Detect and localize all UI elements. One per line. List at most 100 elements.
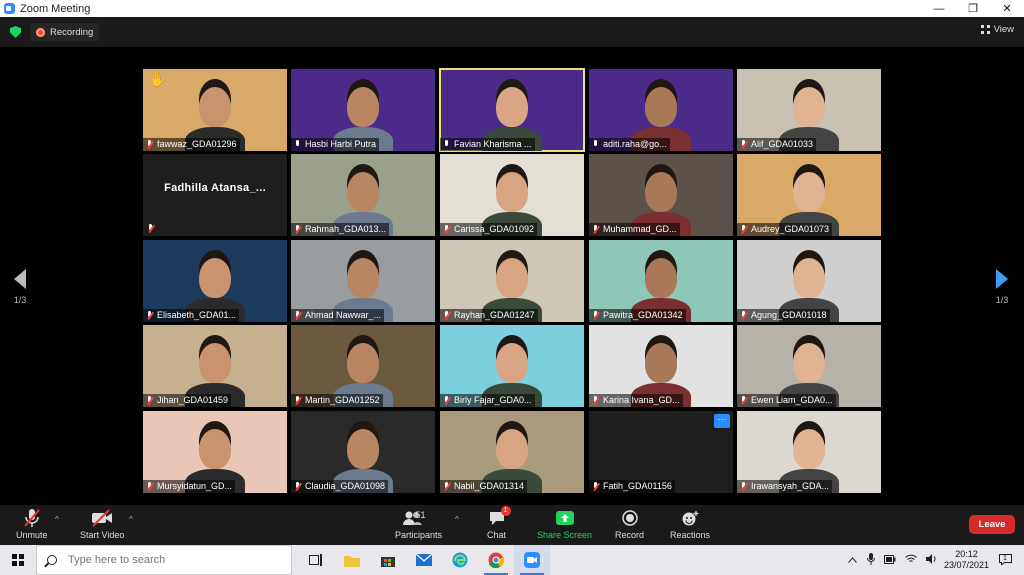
search-icon [47, 555, 57, 565]
minimize-button[interactable]: — [922, 0, 956, 17]
chevron-up-icon[interactable] [848, 555, 857, 565]
system-clock[interactable]: 20:12 23/07/2021 [944, 549, 989, 571]
participant-tile[interactable]: Karina Ivana_GD... [589, 325, 733, 407]
participants-icon: 51 [396, 508, 442, 528]
meeting-controls: Unmute ^ Start Video ^ 51 Participants ^… [0, 505, 1024, 545]
battery-icon[interactable] [883, 554, 896, 566]
mail-icon[interactable] [406, 545, 442, 575]
participant-face [645, 172, 677, 212]
participant-tile[interactable]: Martin_GDA01252 [291, 325, 435, 407]
video-options-caret[interactable]: ^ [129, 515, 133, 524]
participant-face [496, 429, 528, 469]
chat-button[interactable]: 1 Chat [487, 506, 511, 540]
participant-face [347, 258, 379, 298]
participant-name-label: Favian Kharisma ... [440, 138, 535, 151]
mic-icon [294, 140, 301, 149]
more-options-button[interactable]: ··· [714, 414, 730, 428]
participant-name-label: Ewen Liam_GDA0... [737, 394, 836, 407]
next-page-button[interactable]: 1/3 [991, 269, 1013, 305]
participant-tile[interactable]: Rayhan_GDA01247 [440, 240, 584, 322]
participant-tile[interactable]: Hasbi Harbi Putra [291, 69, 435, 151]
participant-name-label: Birly Fajar_GDA0... [440, 394, 535, 407]
participant-tile[interactable]: ··· Fatih_GDA01156 [589, 411, 733, 493]
maximize-button[interactable]: ❐ [956, 0, 990, 17]
participant-name-label: Ahmad Nawwar_... [291, 309, 385, 322]
leave-button[interactable]: Leave [969, 515, 1015, 534]
muted-mic-icon [592, 311, 599, 320]
volume-icon[interactable] [925, 554, 938, 566]
wifi-icon[interactable] [905, 554, 917, 566]
participant-name-label: Fatih_GDA01156 [589, 480, 675, 493]
participant-tile[interactable]: Rahmah_GDA013... [291, 154, 435, 236]
muted-mic-icon [294, 311, 301, 320]
muted-mic-icon [146, 482, 153, 491]
arrow-left-icon [14, 269, 26, 289]
unmute-button[interactable]: Unmute [16, 508, 48, 540]
file-explorer-icon[interactable] [334, 545, 370, 575]
gallery-grid-icon [980, 25, 990, 34]
reactions-smiley-icon [681, 508, 699, 528]
record-button[interactable]: Record [615, 508, 644, 540]
muted-mic-icon [146, 311, 153, 320]
participant-tile[interactable]: Carissa_GDA01092 [440, 154, 584, 236]
muted-mic-icon [146, 396, 153, 405]
participant-name-label: Martin_GDA01252 [291, 394, 383, 407]
share-screen-button[interactable]: Share Screen [537, 508, 592, 540]
participant-tile[interactable]: Agung_GDA01018 [737, 240, 881, 322]
participant-tile[interactable]: Favian Kharisma ... [439, 68, 585, 152]
windows-taskbar: 20:12 23/07/2021 1 [0, 545, 1024, 575]
participant-tile[interactable]: Birly Fajar_GDA0... [440, 325, 584, 407]
participant-tile[interactable]: Muhammad_GD... [589, 154, 733, 236]
zoom-taskbar-icon[interactable] [514, 545, 550, 575]
start-video-button[interactable]: Start Video [80, 508, 124, 540]
participant-name-label: aditi.raha@go... [589, 138, 670, 151]
participant-tile[interactable]: Irawansyah_GDA... [737, 411, 881, 493]
raised-hand-icon: ✋ [149, 71, 167, 87]
start-button[interactable] [0, 545, 36, 575]
participant-tile[interactable]: Alif_GDA01033 [737, 69, 881, 151]
participant-tile[interactable]: Pawitra_GDA01342 [589, 240, 733, 322]
task-view-icon[interactable] [298, 545, 334, 575]
participants-options-caret[interactable]: ^ [455, 515, 459, 524]
participant-name-label: Elisabeth_GDA01... [143, 309, 240, 322]
edge-browser-icon[interactable] [442, 545, 478, 575]
muted-mic-icon [294, 225, 301, 234]
clock-time: 20:12 [955, 549, 978, 559]
participant-tile[interactable]: aditi.raha@go... [589, 69, 733, 151]
microphone-tray-icon[interactable] [866, 553, 875, 567]
muted-mic-icon [443, 225, 450, 234]
participant-name-label: Alif_GDA01033 [737, 138, 817, 151]
view-button[interactable]: View [980, 24, 1014, 35]
store-icon[interactable] [370, 545, 406, 575]
close-button[interactable]: ✕ [990, 0, 1024, 17]
window-title: Zoom Meeting [20, 2, 91, 15]
recording-indicator[interactable]: Recording [30, 23, 100, 41]
previous-page-button[interactable]: 1/3 [9, 269, 31, 305]
participant-tile[interactable]: Ewen Liam_GDA0... [737, 325, 881, 407]
security-shield-icon[interactable] [10, 26, 21, 38]
participant-tile[interactable]: ✋ fawwaz_GDA01296 [143, 69, 287, 151]
notification-center-icon[interactable]: 1 [999, 553, 1012, 567]
muted-mic-icon [443, 396, 450, 405]
participant-tile[interactable]: Ahmad Nawwar_... [291, 240, 435, 322]
mic-icon [443, 140, 450, 149]
chrome-browser-icon[interactable] [478, 545, 514, 575]
participants-button[interactable]: 51 Participants [395, 508, 442, 540]
participant-name: Elisabeth_GDA01... [157, 310, 237, 320]
participant-tile[interactable]: Fadhilla Atansa_... [143, 154, 287, 236]
gallery-view: 1/3 1/3 ✋ fawwaz_GDA01296 Hasbi Harbi Putr… [0, 47, 1024, 505]
participant-tile[interactable]: Claudia_GDA01098 [291, 411, 435, 493]
taskbar-search[interactable] [36, 545, 292, 575]
participant-face [496, 87, 528, 127]
audio-options-caret[interactable]: ^ [55, 515, 59, 524]
participant-tile[interactable]: Nabil_GDA01314 [440, 411, 584, 493]
participant-tile[interactable]: Elisabeth_GDA01... [143, 240, 287, 322]
taskbar-search-input[interactable] [68, 554, 268, 566]
participant-name: Alif_GDA01033 [751, 139, 814, 149]
participant-tile[interactable]: Audrey_GDA01073 [737, 154, 881, 236]
reactions-button[interactable]: Reactions [670, 508, 710, 540]
muted-mic-icon [740, 225, 747, 234]
participant-tile[interactable]: Mursyidatun_GD... [143, 411, 287, 493]
participant-tile[interactable]: Jihan_GDA01459 [143, 325, 287, 407]
participant-face [347, 87, 379, 127]
